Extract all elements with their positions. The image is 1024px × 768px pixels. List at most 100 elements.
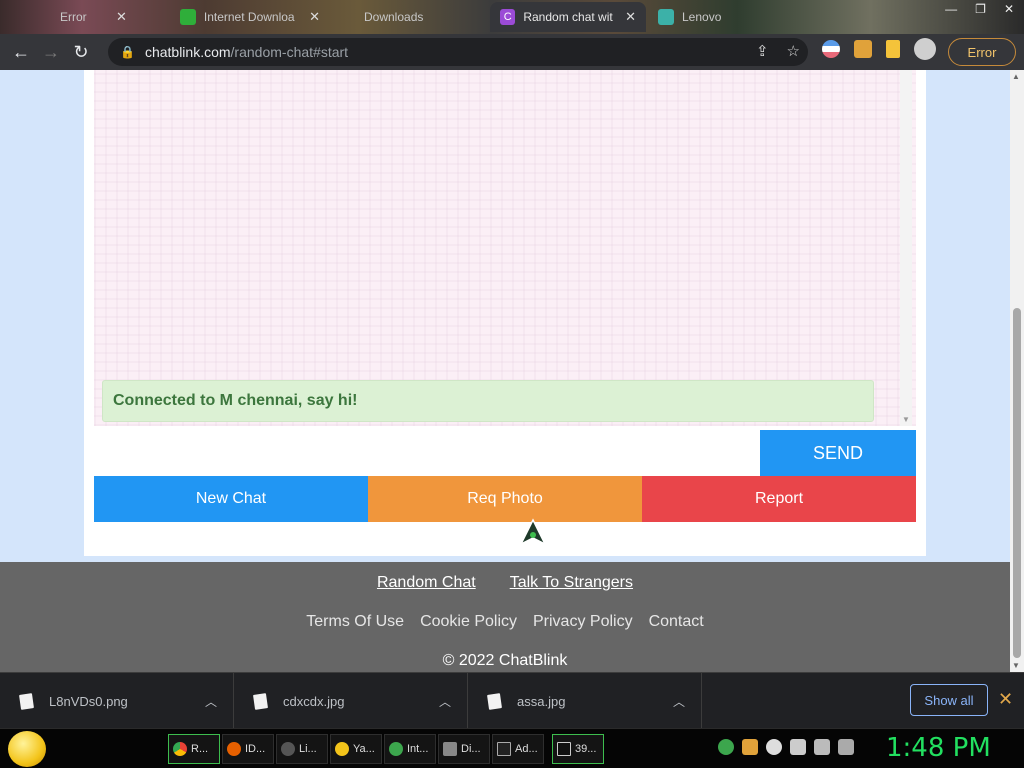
page-scrollbar[interactable]: ▲ ▼ [1010, 70, 1024, 672]
taskbar: R... ID... Li... Ya... Int... Di... Ad..… [0, 728, 1024, 768]
taskbar-item-disk[interactable]: Di... [438, 734, 490, 764]
side-panel-icon[interactable] [886, 40, 900, 58]
reload-icon[interactable]: ↻ [66, 42, 96, 63]
lock-icon[interactable]: 🔒 [120, 45, 135, 59]
download-filename: cdxcdx.jpg [283, 693, 345, 709]
chatblink-logo-icon: C [500, 9, 516, 25]
file-icon [19, 692, 34, 710]
taskbar-label: 39... [575, 743, 597, 755]
download-item[interactable]: L8nVDs0.png ︿ [0, 673, 234, 729]
footer-link-talk-to-strangers[interactable]: Talk To Strangers [510, 574, 633, 592]
profile-error-button[interactable]: Error [948, 38, 1016, 66]
chat-actions: New Chat Req Photo Report [94, 476, 916, 522]
globe-icon[interactable] [718, 739, 734, 755]
send-button[interactable]: SEND [760, 430, 916, 476]
taskbar-label: Int... [407, 743, 429, 755]
download-filename: L8nVDs0.png [49, 693, 128, 709]
extension-icon[interactable] [822, 40, 840, 58]
tab-title: Lenovo [682, 10, 722, 24]
search-icon[interactable] [742, 739, 758, 755]
firefox-icon [227, 742, 241, 756]
chevron-up-icon[interactable]: ︿ [673, 693, 685, 710]
chevron-up-icon[interactable]: ︿ [205, 693, 217, 710]
puzzle-icon[interactable] [854, 40, 872, 58]
downloads-bar: L8nVDs0.png ︿ cdxcdx.jpg ︿ assa.jpg ︿ Sh… [0, 672, 1024, 729]
url-path: /random-chat#start [230, 44, 349, 60]
download-filename: assa.jpg [517, 693, 566, 709]
status-icon[interactable] [766, 739, 782, 755]
address-bar[interactable]: 🔒 chatblink.com/random-chat#start ⇪ ☆ [108, 38, 808, 66]
taskbar-item-7zip[interactable]: 39... [552, 734, 604, 764]
forward-icon[interactable]: → [36, 42, 66, 63]
footer-link-privacy-policy[interactable]: Privacy Policy [533, 613, 633, 631]
message-input[interactable] [94, 430, 760, 476]
flag-icon[interactable] [790, 739, 806, 755]
mouse-cursor-icon [519, 518, 547, 546]
close-icon[interactable]: ✕ [116, 9, 127, 25]
scroll-up-arrow-icon[interactable]: ▲ [1012, 72, 1020, 81]
taskbar-label: Li... [299, 743, 317, 755]
taskbar-label: Di... [461, 743, 481, 755]
scroll-down-arrow-icon[interactable]: ▼ [902, 415, 910, 424]
show-all-button[interactable]: Show all [910, 684, 988, 716]
extensions [822, 38, 936, 60]
chevron-up-icon[interactable]: ︿ [439, 693, 451, 710]
tab-internet-download[interactable]: Internet Downloa ✕ [170, 2, 330, 32]
bookmark-star-icon[interactable]: ☆ [787, 42, 800, 60]
download-item[interactable]: cdxcdx.jpg ︿ [234, 673, 468, 729]
system-message: Connected to M chennai, say hi! [102, 380, 874, 422]
maximize-icon[interactable]: ❐ [975, 2, 986, 16]
share-icon[interactable]: ⇪ [756, 42, 769, 60]
7zip-icon [557, 742, 571, 756]
footer-link-contact[interactable]: Contact [649, 613, 704, 631]
scroll-down-arrow-icon[interactable]: ▼ [1012, 661, 1020, 670]
footer-link-random-chat[interactable]: Random Chat [377, 574, 476, 592]
file-icon [253, 692, 268, 710]
system-tray [718, 739, 854, 755]
chat-scrollbar[interactable]: ▼ [900, 70, 912, 426]
clock[interactable]: 1:48 PM [886, 733, 991, 763]
network-icon[interactable] [814, 739, 830, 755]
taskbar-item-internet[interactable]: Int... [384, 734, 436, 764]
minimize-icon[interactable]: — [945, 2, 957, 16]
tab-title: Error [60, 10, 87, 24]
tab-title: Internet Downloa [203, 10, 295, 24]
tab-error[interactable]: Error ✕ [0, 2, 170, 32]
close-icon[interactable]: ✕ [625, 9, 636, 25]
back-icon[interactable]: ← [6, 42, 36, 63]
new-chat-button[interactable]: New Chat [94, 476, 368, 522]
close-window-icon[interactable]: ✕ [1004, 2, 1014, 16]
taskbar-item-firefox[interactable]: ID... [222, 734, 274, 764]
download-icon [340, 9, 356, 25]
tab-lenovo[interactable]: Lenovo [648, 2, 804, 32]
terminal-icon [497, 742, 511, 756]
taskbar-label: Ad... [515, 743, 538, 755]
volume-icon[interactable] [838, 739, 854, 755]
tab-title: Random chat wit [523, 10, 613, 24]
taskbar-item-chrome[interactable]: R... [168, 734, 220, 764]
tab-downloads[interactable]: Downloads [330, 2, 490, 32]
disk-icon [443, 742, 457, 756]
taskbar-label: R... [191, 743, 209, 755]
scroll-thumb[interactable] [1013, 308, 1021, 658]
chat-card: ▼ Connected to M chennai, say hi! SEND N… [84, 70, 926, 556]
close-icon[interactable]: ✕ [998, 689, 1013, 710]
site-footer: Random Chat Talk To Strangers Terms Of U… [0, 562, 1010, 672]
app-icon [281, 742, 295, 756]
window-controls: — ❐ ✕ [935, 0, 1024, 18]
page-content: ▼ Connected to M chennai, say hi! SEND N… [0, 70, 1010, 672]
footer-link-cookie-policy[interactable]: Cookie Policy [420, 613, 517, 631]
taskbar-item-yahoo[interactable]: Ya... [330, 734, 382, 764]
profile-avatar[interactable] [914, 38, 936, 60]
tab-random-chat[interactable]: C Random chat wit ✕ [490, 2, 646, 32]
taskbar-item-app[interactable]: Li... [276, 734, 328, 764]
taskbar-item-cmd[interactable]: Ad... [492, 734, 544, 764]
copyright: © 2022 ChatBlink [442, 652, 568, 669]
req-photo-button[interactable]: Req Photo [368, 476, 642, 522]
close-icon[interactable]: ✕ [309, 9, 320, 25]
download-item[interactable]: assa.jpg ︿ [468, 673, 702, 729]
report-button[interactable]: Report [642, 476, 916, 522]
start-button[interactable] [8, 731, 46, 767]
footer-link-terms[interactable]: Terms Of Use [306, 613, 404, 631]
chat-log[interactable]: ▼ Connected to M chennai, say hi! [94, 70, 916, 426]
